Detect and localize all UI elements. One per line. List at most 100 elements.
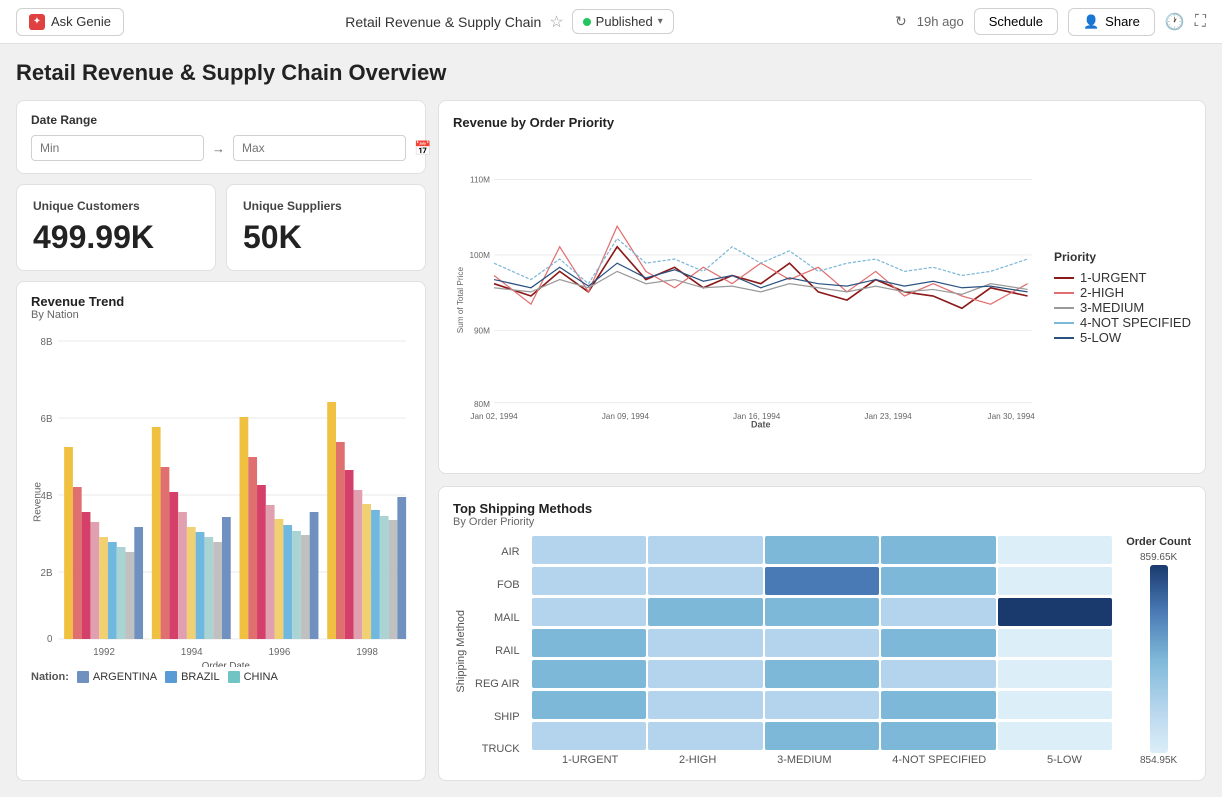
svg-text:6B: 6B [41,414,53,425]
ask-genie-button[interactable]: ✦ Ask Genie [16,8,124,36]
cell-fob-notspec [881,567,996,595]
heatmap-row-rail [532,629,1113,657]
cell-fob-low [998,567,1113,595]
medium-label: 3-MEDIUM [1080,300,1144,315]
argentina-label: ARGENTINA [93,671,157,683]
cell-air-high [648,536,763,564]
cell-fob-medium [765,567,880,595]
cell-truck-notspec [881,722,996,750]
argentina-swatch [77,671,89,683]
shipping-heatmap-panel: Top Shipping Methods By Order Priority S… [438,486,1206,781]
svg-text:Order Date: Order Date [202,661,251,667]
published-badge[interactable]: Published ▾ [572,9,674,34]
cell-regair-high [648,660,763,688]
schedule-button[interactable]: Schedule [974,8,1058,35]
dashboard-grid: Date Range → 📅 Unique Customers 499.99K … [16,100,1206,781]
heatmap-body-area: 1-URGENT 2-HIGH 3-MEDIUM 4-NOT SPECIFIED… [532,536,1113,766]
unique-customers-card: Unique Customers 499.99K [16,184,216,271]
unique-suppliers-label: Unique Suppliers [243,199,409,213]
left-column: Date Range → 📅 Unique Customers 499.99K … [16,100,426,781]
cell-ship-notspec [881,691,996,719]
calendar-icon[interactable]: 📅 [414,140,431,157]
kpi-row: Unique Customers 499.99K Unique Supplier… [16,184,426,271]
bar-chart-legend: Nation: ARGENTINA BRAZIL CHINA [31,671,411,683]
y-label-regair: REG AIR [475,678,520,690]
refresh-icon[interactable]: ↻ [895,13,907,30]
svg-text:1996: 1996 [269,647,291,658]
svg-text:Jan 02, 1994: Jan 02, 1994 [470,412,518,421]
colorbar-min-label: 854.95K [1140,755,1177,766]
cell-air-medium [765,536,880,564]
high-label: 2-HIGH [1080,285,1124,300]
date-arrow-icon: → [212,141,225,156]
heatmap-row-ship [532,691,1113,719]
y-label-fob: FOB [475,579,520,591]
colorbar-title: Order Count [1126,536,1191,548]
svg-text:Jan 30, 1994: Jan 30, 1994 [987,412,1035,421]
published-dot [583,18,591,26]
svg-text:80M: 80M [474,400,490,409]
revenue-priority-panel: Revenue by Order Priority Sum of Total P… [438,100,1206,474]
favorite-icon[interactable]: ☆ [549,12,563,32]
cell-ship-medium [765,691,880,719]
date-range-label: Date Range [31,113,411,127]
shipping-title: Top Shipping Methods [453,501,1191,516]
date-min-input[interactable] [31,135,204,161]
china-label: CHINA [244,671,278,683]
y-label-mail: MAIL [475,612,520,624]
legend-label: Nation: [31,671,69,683]
x-label-not-specified: 4-NOT SPECIFIED [892,754,986,766]
colorbar-max-label: 859.65K [1140,552,1177,563]
svg-text:Revenue: Revenue [33,481,44,521]
time-ago: 19h ago [917,14,964,29]
heatmap-row-truck [532,722,1113,750]
share-label: Share [1105,14,1140,29]
date-range-inputs: → 📅 [31,135,411,161]
right-column: Revenue by Order Priority Sum of Total P… [438,100,1206,781]
not-specified-label: 4-NOT SPECIFIED [1080,315,1191,330]
svg-text:110M: 110M [470,176,490,185]
heatmap-y-labels: AIR FOB MAIL RAIL REG AIR SHIP TRUCK [475,536,526,766]
cell-rail-medium [765,629,880,657]
cell-air-notspec [881,536,996,564]
svg-text:Jan 23, 1994: Jan 23, 1994 [864,412,912,421]
heatmap-row-air [532,536,1113,564]
revenue-trend-title: Revenue Trend [31,294,411,309]
date-max-input[interactable] [233,135,406,161]
published-label: Published [596,14,653,29]
svg-text:8B: 8B [41,337,53,348]
fullscreen-icon[interactable]: ⛶ [1195,13,1206,31]
history-icon[interactable]: 🕐 [1165,12,1185,32]
svg-text:0: 0 [47,634,53,645]
priority-legend-title: Priority [1054,250,1191,264]
y-label-ship: SHIP [475,711,520,723]
shipping-method-label: Shipping Method [455,610,467,693]
topbar-right: ↻ 19h ago Schedule 👤 Share 🕐 ⛶ [895,8,1206,36]
y-label-truck: TRUCK [475,743,520,755]
heatmap-wrapper: Shipping Method AIR FOB MAIL RAIL REG AI… [453,536,1191,766]
heatmap-row-mail [532,598,1113,626]
revenue-trend-subtitle: By Nation [31,309,411,321]
svg-text:1998: 1998 [356,647,378,658]
unique-customers-label: Unique Customers [33,199,199,213]
legend-item-medium: 3-MEDIUM [1054,300,1191,315]
bar-chart-svg: 8B 6B 4B 2B 0 Revenue [31,327,411,667]
share-button[interactable]: 👤 Share [1068,8,1155,36]
y-label-rail: RAIL [475,645,520,657]
legend-item-brazil: BRAZIL [165,671,220,683]
cell-mail-low [998,598,1113,626]
low-label: 5-LOW [1080,330,1121,345]
cell-ship-low [998,691,1113,719]
svg-text:90M: 90M [474,327,490,336]
heatmap-row-regair [532,660,1113,688]
legend-item-china: CHINA [228,671,278,683]
urgent-label: 1-URGENT [1080,270,1146,285]
not-specified-line [1054,322,1074,324]
cell-mail-urgent [532,598,647,626]
x-label-low: 5-LOW [1047,754,1082,766]
cell-rail-high [648,629,763,657]
cell-fob-high [648,567,763,595]
cell-air-low [998,536,1113,564]
cell-truck-medium [765,722,880,750]
shipping-subtitle: By Order Priority [453,516,1191,528]
